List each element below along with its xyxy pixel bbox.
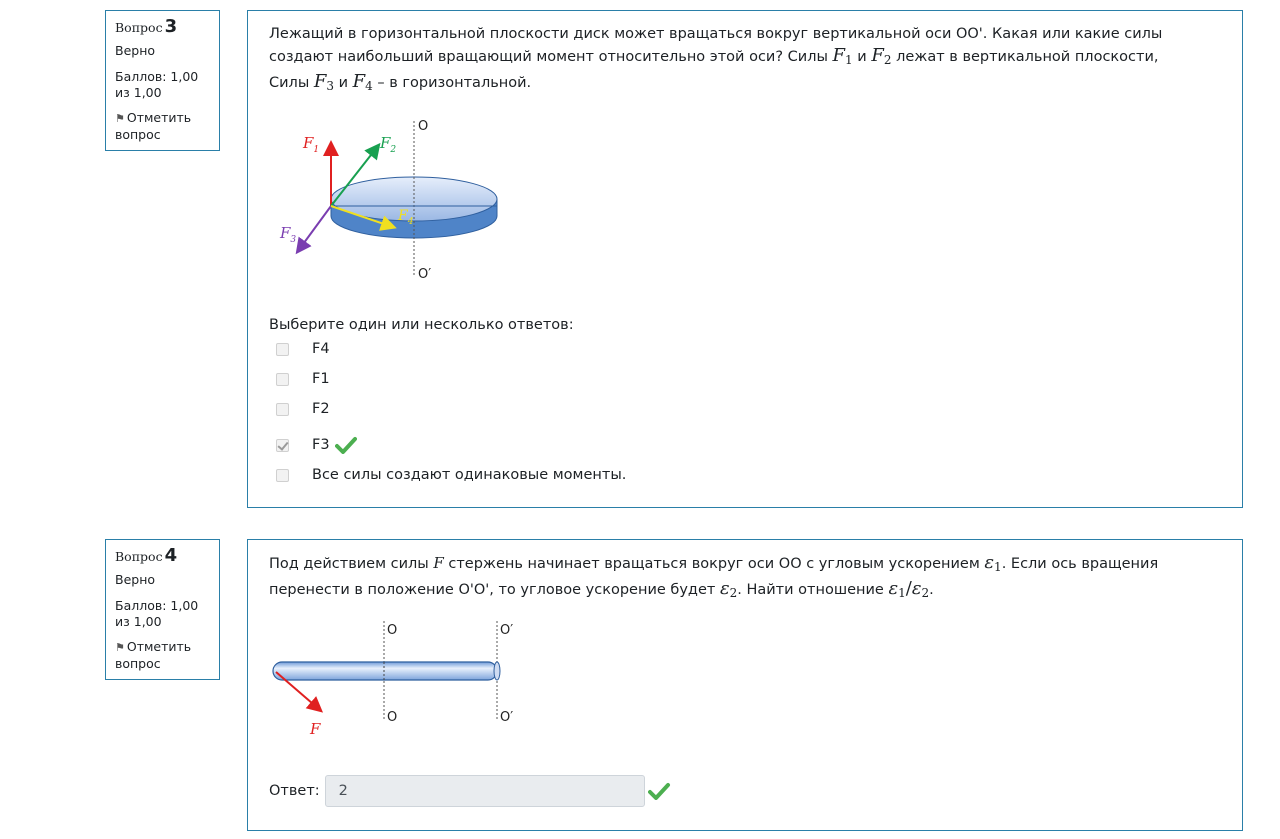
answer-prompt: Выберите один или несколько ответов: [269, 317, 574, 333]
option-label: F1 [312, 371, 330, 387]
flag-question-link[interactable]: ⚑ Отметить вопрос [115, 110, 211, 143]
axis-o-top-label: O [387, 623, 397, 638]
question-4-info: Вопрос 4 Верно Баллов: 1,00 из 1,00 ⚑ Отме… [105, 539, 220, 680]
force-f3-arrow [295, 205, 332, 255]
option-f4[interactable]: F4 [276, 339, 330, 359]
option-label: F2 [312, 401, 330, 417]
flag-question-link[interactable]: ⚑ Отметить вопрос [115, 639, 211, 672]
option-checkbox[interactable] [276, 468, 289, 482]
question-state: Верно [115, 572, 156, 587]
f2-label: F2 [379, 134, 396, 155]
answer-label: Ответ: [269, 783, 320, 799]
option-label: F4 [312, 341, 330, 357]
rod [272, 661, 498, 681]
check-icon [647, 783, 670, 800]
f3-label: F3 [279, 224, 296, 245]
question-text: Под действием силы F стержень начинает в… [269, 552, 1159, 600]
question-number: Вопрос 3 [115, 16, 178, 37]
option-checkbox[interactable] [276, 342, 289, 356]
option-checkbox[interactable] [276, 402, 289, 416]
option-checkbox[interactable] [276, 372, 289, 386]
question-state: Верно [115, 43, 156, 58]
check-icon [334, 437, 357, 454]
option-f3[interactable]: F3 [276, 435, 357, 455]
disk-force-diagram: O O′ F1 F2 F3 F4 [279, 119, 498, 282]
f1-label: F1 [302, 134, 319, 155]
axis-top-label: O [418, 119, 428, 134]
axis-o-bottom-label: O [387, 710, 397, 725]
option-f2[interactable]: F2 [276, 399, 330, 419]
axis-bottom-label: O′ [418, 267, 431, 282]
axis-o-prime-top-label: O′ [500, 623, 513, 638]
question-grade: Баллов: 1,00 из 1,00 [115, 69, 199, 100]
answer-row: Ответ: [269, 775, 672, 807]
answer-input[interactable] [324, 775, 645, 807]
option-label: F3 [312, 437, 330, 453]
question-3-content: Лежащий в горизонтальной плоскости диск … [247, 10, 1243, 508]
flag-icon: ⚑ [115, 112, 125, 125]
force-label: F [309, 720, 321, 738]
option-checkbox-checked[interactable] [276, 438, 289, 452]
option-f1[interactable]: F1 [276, 369, 330, 389]
rod-diagram: F O O O′ O′ [272, 621, 513, 738]
question-4-content: Под действием силы F стержень начинает в… [247, 539, 1243, 831]
question-number: Вопрос 4 [115, 545, 178, 566]
axis-o-prime-bottom-label: O′ [500, 710, 513, 725]
flag-icon: ⚑ [115, 641, 125, 654]
question-grade: Баллов: 1,00 из 1,00 [115, 598, 199, 629]
option-all-equal[interactable]: Все силы создают одинаковые моменты. [276, 465, 626, 485]
question-3-info: Вопрос 3 Верно Баллов: 1,00 из 1,00 ⚑ Отме… [105, 10, 220, 151]
option-label: Все силы создают одинаковые моменты. [312, 467, 627, 483]
question-text: Лежащий в горизонтальной плоскости диск … [269, 26, 1163, 93]
